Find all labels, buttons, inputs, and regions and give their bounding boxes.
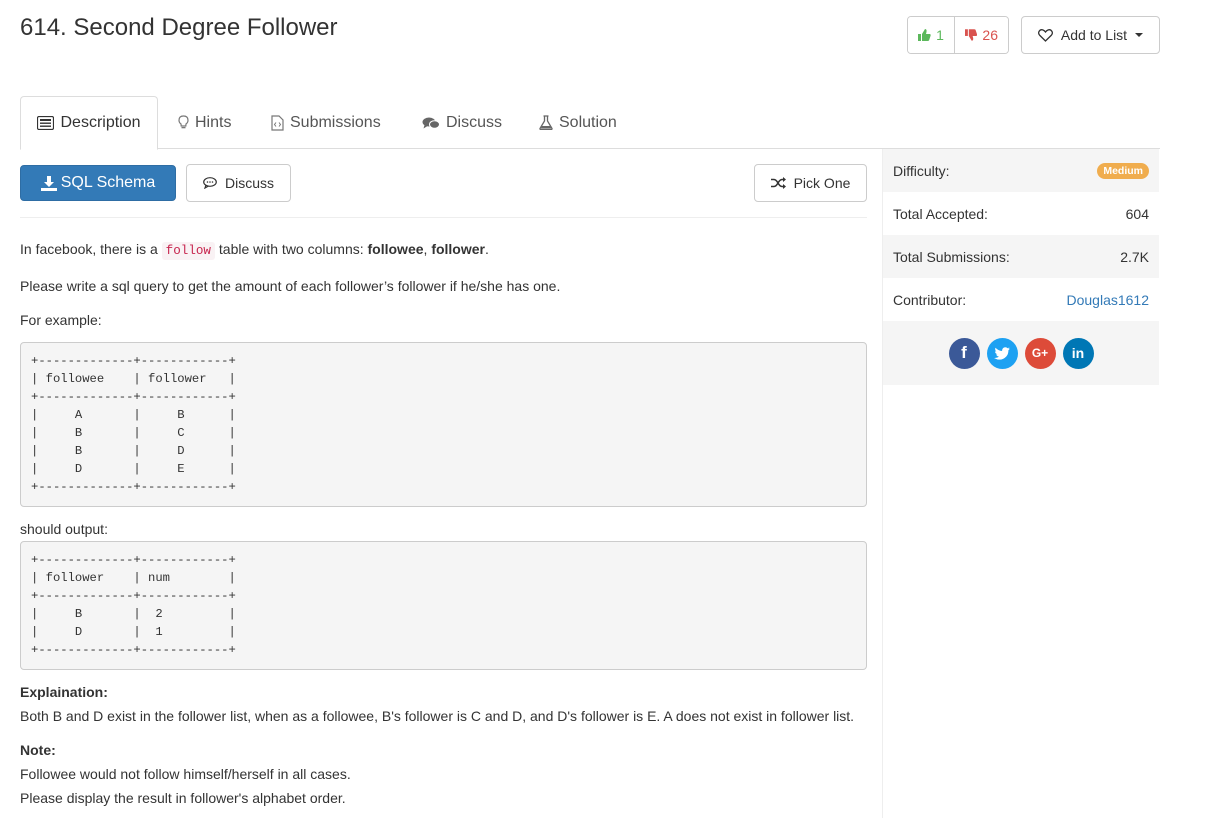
description-icon <box>37 116 55 130</box>
tab-submissions[interactable]: Submissions <box>271 96 381 149</box>
linkedin-share-button[interactable]: in <box>1062 337 1094 369</box>
twitter-share-button[interactable] <box>986 337 1018 369</box>
divider <box>20 217 867 218</box>
contributor-label: Contributor: <box>893 291 967 308</box>
vote-group: 1 26 <box>907 16 1009 54</box>
intro-end: . <box>484 241 489 257</box>
task-paragraph: Please write a sql query to get the amou… <box>20 278 561 294</box>
comments-icon <box>422 117 440 129</box>
note-heading: Note: <box>20 742 56 758</box>
difficulty-label: Difficulty: <box>893 162 950 179</box>
example-heading: For example: <box>20 312 102 328</box>
problem-title: 614. Second Degree Follower <box>20 14 338 41</box>
linkedin-icon: in <box>1071 345 1085 361</box>
submissions-value: 2.7K <box>1120 248 1149 265</box>
dislike-button[interactable]: 26 <box>955 17 1008 53</box>
code-file-icon <box>271 114 284 131</box>
submissions-label: Total Submissions: <box>893 248 1010 265</box>
should-output-label: should output: <box>20 521 108 537</box>
add-to-list-label: Add to List <box>1060 27 1128 43</box>
accepted-value: 604 <box>1125 205 1149 222</box>
facebook-share-button[interactable]: f <box>948 337 980 369</box>
google-plus-icon: G+ <box>1031 346 1049 360</box>
pick-one-label: Pick One <box>793 175 851 191</box>
tab-discuss-label: Discuss <box>446 113 503 131</box>
contributor-link[interactable]: Douglas1612 <box>1066 292 1149 308</box>
twitter-icon <box>994 346 1010 360</box>
problem-tabs: Description Hints Submissions Discuss So… <box>20 96 1160 150</box>
tab-hints-label: Hints <box>195 113 232 131</box>
sql-schema-label: SQL Schema <box>60 174 156 191</box>
add-to-list-button[interactable]: Add to List <box>1021 16 1160 54</box>
tab-submissions-label: Submissions <box>290 113 381 131</box>
intro-text: In facebook, there is a <box>20 241 162 257</box>
thumbs-down-icon <box>965 29 978 41</box>
accepted-label: Total Accepted: <box>893 205 988 222</box>
facebook-icon: f <box>961 343 967 362</box>
flask-icon <box>539 115 553 130</box>
column-follower: follower <box>431 241 485 257</box>
example-output-table: +-------------+------------+ | follower … <box>20 541 867 670</box>
difficulty-row: Difficulty: Medium <box>883 149 1159 192</box>
tab-hints[interactable]: Hints <box>178 96 231 149</box>
tab-solution-label: Solution <box>559 113 617 131</box>
download-icon <box>40 175 57 191</box>
share-buttons: f G+ in <box>883 321 1159 385</box>
thumbs-up-icon <box>918 29 931 41</box>
example-input-table: +-------------+------------+ | followee … <box>20 342 867 507</box>
note-line-2: Please display the result in follower's … <box>20 790 346 806</box>
shuffle-icon <box>770 177 786 189</box>
intro-text-mid: table with two columns: <box>215 241 368 257</box>
explanation-heading: Explaination: <box>20 684 108 700</box>
like-button[interactable]: 1 <box>908 17 955 53</box>
difficulty-badge: Medium <box>1097 162 1149 179</box>
explanation-text: Both B and D exist in the follower list,… <box>20 708 855 724</box>
comment-icon <box>203 177 217 189</box>
submissions-row: Total Submissions: 2.7K <box>883 235 1159 278</box>
caret-down-icon <box>1135 33 1144 37</box>
tab-discuss[interactable]: Discuss <box>422 96 502 149</box>
lightbulb-icon <box>178 115 189 129</box>
tab-description-label: Description <box>60 114 141 131</box>
like-count: 1 <box>936 27 944 43</box>
tab-description[interactable]: Description <box>20 96 158 150</box>
pick-one-button[interactable]: Pick One <box>754 164 867 202</box>
inline-code-follow: follow <box>161 242 215 260</box>
dislike-count: 26 <box>982 27 998 43</box>
note-line-1: Followee would not follow himself/hersel… <box>20 766 351 782</box>
intro-paragraph: In facebook, there is a follow table wit… <box>20 241 880 260</box>
discuss-button[interactable]: Discuss <box>186 164 291 202</box>
sql-schema-button[interactable]: SQL Schema <box>20 165 176 201</box>
problem-info-sidebar: Difficulty: Medium Total Accepted: 604 T… <box>883 149 1159 385</box>
tab-solution[interactable]: Solution <box>539 96 617 149</box>
column-followee: followee <box>367 241 424 257</box>
google-plus-share-button[interactable]: G+ <box>1024 337 1056 369</box>
accepted-row: Total Accepted: 604 <box>883 192 1159 235</box>
contributor-row: Contributor: Douglas1612 <box>883 278 1159 321</box>
discuss-button-label: Discuss <box>224 175 274 191</box>
heart-icon <box>1037 28 1053 42</box>
